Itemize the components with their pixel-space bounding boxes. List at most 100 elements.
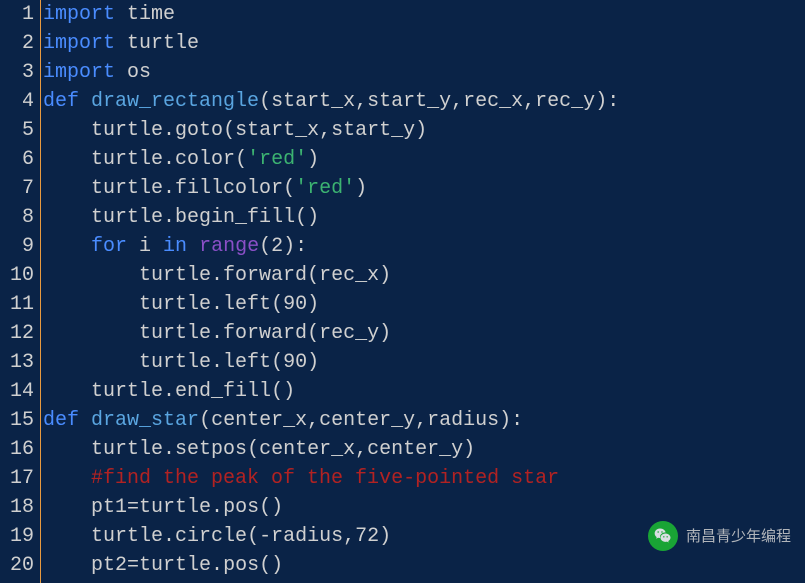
token-kw: for (91, 235, 127, 258)
token-txt: turtle (43, 264, 211, 287)
token-punct: ( (259, 496, 271, 519)
token-mod: turtle (127, 32, 199, 55)
token-txt: end_fill (175, 380, 271, 403)
token-txt: radius (427, 409, 499, 432)
code-line[interactable]: pt2=turtle.pos() (43, 551, 805, 580)
token-txt: 2 (271, 235, 283, 258)
token-txt: left (223, 293, 271, 316)
token-punct: , (307, 409, 319, 432)
code-line[interactable]: pt1=turtle.pos() (43, 493, 805, 522)
token-txt: center_y (367, 438, 463, 461)
line-number: 14 (4, 377, 34, 406)
token-punct: , (343, 525, 355, 548)
token-punct: , (451, 90, 463, 113)
token-punct: . (163, 119, 175, 142)
token-punct: , (523, 90, 535, 113)
token-punct: . (163, 148, 175, 171)
token-txt: rec_y (319, 322, 379, 345)
token-txt (79, 90, 91, 113)
token-txt: color (175, 148, 235, 171)
watermark: 南昌青少年编程 (648, 521, 791, 551)
token-def: def (43, 409, 79, 432)
token-punct: ) (307, 206, 319, 229)
token-txt: turtle (43, 380, 163, 403)
token-punct: . (163, 380, 175, 403)
token-txt: left (223, 351, 271, 374)
token-txt: pt1 (43, 496, 127, 519)
token-punct: ( (259, 554, 271, 577)
token-punct: . (211, 351, 223, 374)
line-number: 9 (4, 232, 34, 261)
token-kw: in (163, 235, 187, 258)
token-txt: setpos (175, 438, 247, 461)
token-txt: start_x (235, 119, 319, 142)
code-line[interactable]: import turtle (43, 29, 805, 58)
token-punct: ( (247, 438, 259, 461)
code-line[interactable]: #find the peak of the five-pointed star (43, 464, 805, 493)
code-line[interactable]: def draw_rectangle(start_x,start_y,rec_x… (43, 87, 805, 116)
token-punct: ( (307, 264, 319, 287)
line-number: 20 (4, 551, 34, 580)
line-number: 8 (4, 203, 34, 232)
code-line[interactable]: turtle.setpos(center_x,center_y) (43, 435, 805, 464)
code-line[interactable]: turtle.color('red') (43, 145, 805, 174)
token-txt: fillcolor (175, 177, 283, 200)
token-txt: pos (223, 496, 259, 519)
token-txt (43, 467, 91, 490)
line-number: 12 (4, 319, 34, 348)
token-punct: ( (247, 525, 259, 548)
token-punct: ) (379, 264, 391, 287)
token-punct: ) (283, 380, 295, 403)
token-punct: : (511, 409, 523, 432)
token-fname: draw_rectangle (91, 90, 259, 113)
token-txt: circle (175, 525, 247, 548)
code-line[interactable]: turtle.left(90) (43, 348, 805, 377)
code-line[interactable]: turtle.forward(rec_x) (43, 261, 805, 290)
line-number: 15 (4, 406, 34, 435)
code-area[interactable]: import timeimport turtleimport osdef dra… (41, 0, 805, 583)
code-line[interactable]: import time (43, 0, 805, 29)
line-number: 18 (4, 493, 34, 522)
code-line[interactable]: turtle.begin_fill() (43, 203, 805, 232)
token-punct: . (163, 525, 175, 548)
token-txt: turtle (43, 177, 163, 200)
code-editor: 1234567891011121314151617181920 import t… (0, 0, 805, 583)
code-line[interactable]: def draw_star(center_x,center_y,radius): (43, 406, 805, 435)
line-number: 3 (4, 58, 34, 87)
token-punct: ( (223, 119, 235, 142)
token-txt (79, 409, 91, 432)
token-punct: , (319, 119, 331, 142)
code-line[interactable]: turtle.end_fill() (43, 377, 805, 406)
token-punct: , (355, 438, 367, 461)
code-line[interactable]: turtle.goto(start_x,start_y) (43, 116, 805, 145)
token-txt: turtle (43, 119, 163, 142)
line-number: 17 (4, 464, 34, 493)
code-line[interactable]: turtle.left(90) (43, 290, 805, 319)
token-txt: center_x (211, 409, 307, 432)
token-txt: begin_fill (175, 206, 295, 229)
token-punct: ) (379, 525, 391, 548)
token-op: = (127, 496, 139, 519)
line-number: 4 (4, 87, 34, 116)
line-number: 6 (4, 145, 34, 174)
code-line[interactable]: for i in range(2): (43, 232, 805, 261)
line-number: 1 (4, 0, 34, 29)
token-punct: ( (295, 206, 307, 229)
line-number-gutter: 1234567891011121314151617181920 (0, 0, 41, 583)
token-punct: : (295, 235, 307, 258)
code-line[interactable]: import os (43, 58, 805, 87)
token-txt: rec_x (463, 90, 523, 113)
token-punct: ) (307, 148, 319, 171)
token-def: def (43, 90, 79, 113)
token-txt (187, 235, 199, 258)
token-txt: radius (271, 525, 343, 548)
token-txt: turtle (43, 351, 211, 374)
token-txt: turtle (43, 148, 163, 171)
token-punct: ( (235, 148, 247, 171)
token-str: 'red' (295, 177, 355, 200)
token-txt: forward (223, 264, 307, 287)
code-line[interactable]: turtle.fillcolor('red') (43, 174, 805, 203)
token-punct: ( (271, 351, 283, 374)
token-punct: , (355, 90, 367, 113)
code-line[interactable]: turtle.forward(rec_y) (43, 319, 805, 348)
